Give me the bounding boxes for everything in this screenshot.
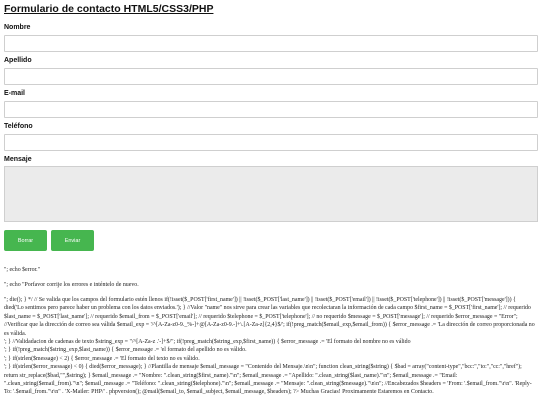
php-code-block: "; die(); } */ // Se valida que los camp… xyxy=(4,297,535,337)
email-input[interactable] xyxy=(4,101,538,118)
retry-echo-line: "; echo "Porfavor corrije los errores e … xyxy=(4,282,139,288)
php-code-line-lastname: '; } if(!preg_match($string_exp,$last_na… xyxy=(4,347,247,354)
first-name-label: Nombre xyxy=(4,24,31,31)
message-label: Mensaje xyxy=(4,156,32,163)
email-label: E-mail xyxy=(4,90,26,97)
php-source-output: "; die(); } */ // Se valida que los camp… xyxy=(4,296,536,397)
telephone-label: Teléfono xyxy=(4,123,33,130)
send-button[interactable]: Enviar xyxy=(51,230,94,251)
clear-button[interactable]: Borrar xyxy=(4,230,47,251)
php-code-line-text: '; } if(strlen($message) < 2) { $error_m… xyxy=(4,355,200,362)
php-code-block-mail: '; } if(strlen($error_message) < 0) { di… xyxy=(4,364,532,396)
message-textarea[interactable] xyxy=(4,166,538,222)
page-title: Formulario de contacto HTML5/CSS3/PHP xyxy=(4,3,214,15)
telephone-input[interactable] xyxy=(4,134,538,151)
php-code-line-name: '; } //Validadacion de cadenas de texto … xyxy=(4,339,411,346)
first-name-input[interactable] xyxy=(4,35,538,52)
last-name-label: Apellido xyxy=(4,57,32,64)
error-echo-line: "; echo $error." xyxy=(4,267,41,273)
last-name-input[interactable] xyxy=(4,68,538,85)
